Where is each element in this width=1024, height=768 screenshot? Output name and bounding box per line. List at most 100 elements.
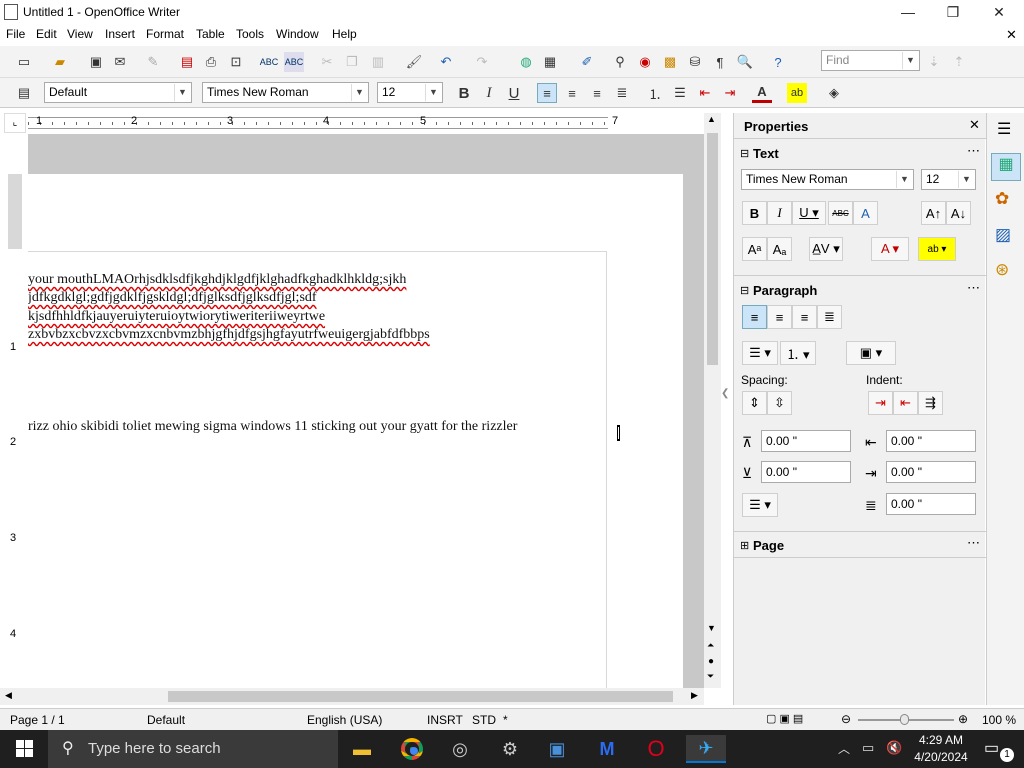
justify-icon[interactable]: ≣: [612, 83, 632, 103]
clone-formatting-icon[interactable]: 🖌: [404, 52, 424, 72]
sidebar-align-center-icon[interactable]: ≡: [767, 305, 792, 329]
subscript-icon[interactable]: Aₐ: [767, 237, 792, 261]
collapse-paragraph-icon[interactable]: ⊟: [740, 284, 749, 297]
app-window-icon[interactable]: ▣: [537, 735, 577, 763]
increase-spacing-icon[interactable]: ⇕: [742, 391, 767, 415]
text-more-options-icon[interactable]: ⋯: [967, 143, 980, 159]
cut-icon[interactable]: ✂: [317, 52, 337, 72]
italic-button[interactable]: I: [479, 83, 499, 103]
line-spacing-icon[interactable]: ☰ ▾: [742, 493, 778, 517]
print-preview-icon[interactable]: ⊡: [226, 52, 246, 72]
paragraph-style-select[interactable]: Default ▼: [44, 82, 192, 103]
horizontal-scroll-thumb[interactable]: [168, 691, 673, 702]
chrome-icon[interactable]: [392, 735, 432, 763]
chevron-down-icon[interactable]: ▼: [896, 171, 912, 188]
network-icon[interactable]: ▭: [862, 740, 874, 756]
menu-tools[interactable]: Tools: [236, 27, 264, 41]
hyperlink-icon[interactable]: ◍: [516, 52, 536, 72]
close-button[interactable]: ✕: [976, 0, 1022, 24]
menu-help[interactable]: Help: [332, 27, 357, 41]
document-line[interactable]: zxbvbzxcbvzxcbvmzxcnbvmzbhjgfhjdfgsjhgfa…: [28, 327, 430, 343]
strikethrough-icon[interactable]: ABC: [828, 201, 853, 225]
print-icon[interactable]: ⎙: [201, 52, 221, 72]
document-line[interactable]: your mouthLMAOrhjsdklsdfjkghdjklgdfjklgh…: [28, 272, 406, 288]
text-section-title[interactable]: Text: [753, 146, 779, 161]
volume-muted-icon[interactable]: 🔇: [886, 740, 902, 756]
chevron-down-icon[interactable]: ▼: [425, 84, 441, 101]
sidebar-collapse-handle[interactable]: ❮: [721, 388, 729, 399]
tab-stop-icon[interactable]: ⌞: [4, 113, 26, 133]
paragraph-more-options-icon[interactable]: ⋯: [967, 280, 980, 296]
new-document-icon[interactable]: ▭: [14, 52, 34, 72]
page-style[interactable]: Default: [147, 713, 185, 727]
find-next-icon[interactable]: ⇣: [924, 52, 944, 72]
sidebar-italic-button[interactable]: I: [767, 201, 792, 225]
draw-functions-icon[interactable]: ✐: [577, 52, 597, 72]
sidebar-align-left-icon[interactable]: ≡: [742, 305, 767, 329]
chevron-down-icon[interactable]: ▼: [958, 171, 974, 188]
close-document-icon[interactable]: ✕: [1006, 27, 1017, 43]
menu-window[interactable]: Window: [276, 27, 319, 41]
styles-icon[interactable]: ▤: [14, 83, 34, 103]
zoom-icon[interactable]: 🔍: [735, 52, 755, 72]
paste-icon[interactable]: ▥: [368, 52, 388, 72]
menu-view[interactable]: View: [67, 27, 93, 41]
collapse-text-icon[interactable]: ⊟: [740, 147, 749, 160]
clock-date[interactable]: 4/20/2024: [910, 750, 972, 764]
numbering-icon[interactable]: ⒈: [645, 83, 665, 103]
align-right-icon[interactable]: ≡: [587, 83, 607, 103]
malwarebytes-icon[interactable]: M: [587, 735, 627, 763]
zoom-in-icon[interactable]: ⊕: [958, 712, 968, 726]
vertical-scrollbar[interactable]: ▲ ▼ ⏶ ● ⏷: [704, 113, 721, 688]
decrease-spacing-icon[interactable]: ⇳: [767, 391, 792, 415]
previous-page-icon[interactable]: ⏶: [707, 640, 714, 651]
vertical-scroll-thumb[interactable]: [707, 133, 718, 365]
underline-button[interactable]: U: [504, 83, 524, 103]
notification-icon[interactable]: ▭: [984, 738, 999, 758]
scroll-down-icon[interactable]: ▼: [707, 623, 716, 633]
sidebar-numbering-icon[interactable]: ⒈ ▾: [780, 341, 816, 365]
bold-button[interactable]: B: [454, 83, 474, 103]
spellcheck-icon[interactable]: ABC: [259, 52, 279, 72]
openoffice-taskbar-icon[interactable]: ✈: [686, 735, 726, 763]
find-previous-icon[interactable]: ⇡: [949, 52, 969, 72]
next-page-icon[interactable]: ⏷: [707, 671, 714, 682]
scroll-right-icon[interactable]: ▶: [691, 690, 698, 701]
highlight-icon[interactable]: ab: [787, 83, 807, 103]
copy-icon[interactable]: ❐: [342, 52, 362, 72]
sidebar-justify-icon[interactable]: ≣: [817, 305, 842, 329]
sidebar-align-right-icon[interactable]: ≡: [792, 305, 817, 329]
sidebar-font-select[interactable]: Times New Roman ▼: [741, 169, 914, 190]
autospellcheck-icon[interactable]: ABC: [284, 52, 304, 72]
edit-file-icon[interactable]: ✎: [143, 52, 163, 72]
document-line[interactable]: kjsdfhhldfkjauyeruiyteruioytwiorytiwerit…: [28, 309, 325, 325]
increase-indent-icon[interactable]: ⇥: [720, 83, 740, 103]
scroll-left-icon[interactable]: ◀: [5, 690, 12, 701]
clock-time[interactable]: 4:29 AM: [916, 733, 966, 747]
menu-format[interactable]: Format: [146, 27, 184, 41]
zoom-out-icon[interactable]: ⊖: [841, 712, 851, 726]
align-left-icon[interactable]: ≡: [537, 83, 557, 103]
menu-edit[interactable]: Edit: [36, 27, 57, 41]
insert-mode[interactable]: INSRT: [427, 713, 463, 727]
find-replace-icon[interactable]: ⚲: [610, 52, 630, 72]
menu-file[interactable]: File: [6, 27, 25, 41]
shadow-icon[interactable]: A: [853, 201, 878, 225]
gallery-icon[interactable]: ▩: [660, 52, 680, 72]
styles-deck-icon[interactable]: ✿: [995, 189, 1009, 209]
find-input[interactable]: Find ▼: [821, 50, 920, 71]
menu-insert[interactable]: Insert: [105, 27, 135, 41]
windows-start-icon[interactable]: [16, 740, 33, 757]
page-count[interactable]: Page 1 / 1: [10, 713, 65, 727]
scroll-up-icon[interactable]: ▲: [707, 114, 716, 124]
navigator-icon[interactable]: ◉: [635, 52, 655, 72]
taskbar-search-box[interactable]: ⚲ Type here to search: [48, 730, 338, 768]
zoom-slider-thumb[interactable]: [900, 714, 909, 725]
zoom-level[interactable]: 100 %: [982, 713, 1016, 727]
page-section-title[interactable]: Page: [753, 538, 784, 553]
document-page[interactable]: your mouthLMAOrhjsdklsdfjkghdjklgdfjklgh…: [28, 174, 683, 688]
formatting-marks-icon[interactable]: ¶: [710, 52, 730, 72]
font-size-select[interactable]: 12 ▼: [377, 82, 443, 103]
font-color-icon[interactable]: A: [752, 83, 772, 103]
increase-font-icon[interactable]: A↑: [921, 201, 946, 225]
